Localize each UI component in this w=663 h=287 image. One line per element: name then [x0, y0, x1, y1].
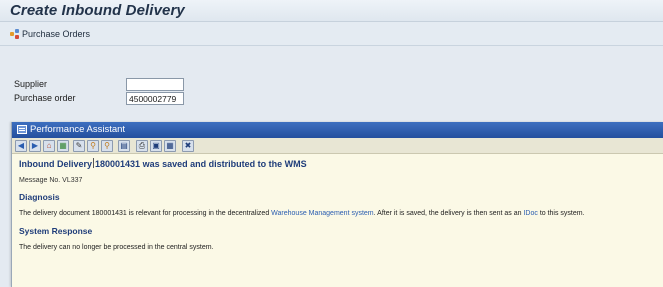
message-number: Message No. VL337: [19, 177, 83, 184]
message-headline: Inbound Delivery 180001431 was saved and …: [19, 158, 307, 169]
diagnosis-text: The delivery document 180001431 is relev…: [19, 210, 585, 217]
diagnosis-text-part-3: to this system.: [539, 210, 585, 217]
edit-icon[interactable]: ✎: [73, 140, 85, 152]
performance-assistant-toolbar: ◀ ▶ ⌂ ▦ ✎ ⚲ ⚲ ▤ ⎙ ▣ ▦ ✖: [12, 138, 663, 154]
find-next-icon[interactable]: ⚲: [101, 140, 113, 152]
idoc-link[interactable]: IDoc: [523, 210, 537, 217]
headline-part-2: 180001431 was saved and distributed to t…: [95, 159, 307, 169]
purchase-order-input[interactable]: [126, 92, 184, 105]
title-bar: Create Inbound Delivery: [0, 0, 663, 22]
supplier-label: Supplier: [14, 79, 48, 89]
purchase-order-row: Purchase order: [10, 92, 200, 105]
purchase-order-label: Purchase order: [14, 93, 76, 103]
close-icon[interactable]: ✖: [182, 140, 194, 152]
text-cursor: [93, 158, 95, 168]
message-longtext: Inbound Delivery 180001431 was saved and …: [12, 154, 663, 287]
supplier-row: Supplier: [10, 78, 200, 91]
diagnosis-text-part-1: The delivery document 180001431 is relev…: [19, 210, 270, 217]
performance-assistant-title: Performance Assistant: [30, 124, 126, 135]
performance-assistant-window: Performance Assistant ◀ ▶ ⌂ ▦ ✎ ⚲ ⚲ ▤ ⎙ …: [11, 122, 663, 287]
warehouse-management-link[interactable]: Warehouse Management system: [271, 210, 373, 217]
performance-assistant-titlebar[interactable]: Performance Assistant: [12, 122, 663, 138]
display-icon[interactable]: ▦: [164, 140, 176, 152]
save-icon[interactable]: ▣: [150, 140, 162, 152]
application-toolbar: Purchase Orders: [0, 22, 663, 46]
system-response-text: The delivery can no longer be processed …: [19, 244, 214, 251]
purchase-orders-button[interactable]: Purchase Orders: [10, 27, 90, 41]
system-response-heading: System Response: [19, 226, 93, 236]
technical-info-icon[interactable]: ▤: [118, 140, 130, 152]
structure-icon[interactable]: ▦: [57, 140, 69, 152]
help-window-icon: [17, 125, 27, 134]
supplier-input[interactable]: [126, 78, 184, 91]
purchase-orders-label: Purchase Orders: [22, 29, 91, 39]
screen-title: Create Inbound Delivery: [10, 2, 185, 19]
diagnosis-text-part-2: . After it is saved, the delivery is the…: [373, 210, 522, 217]
find-icon[interactable]: ⚲: [87, 140, 99, 152]
print-icon[interactable]: ⎙: [136, 140, 148, 152]
forward-icon[interactable]: ▶: [29, 140, 41, 152]
diagnosis-heading: Diagnosis: [19, 192, 60, 202]
home-icon[interactable]: ⌂: [43, 140, 55, 152]
document-tree-icon: [10, 29, 20, 39]
headline-part-1: Inbound Delivery: [19, 159, 93, 169]
back-icon[interactable]: ◀: [15, 140, 27, 152]
